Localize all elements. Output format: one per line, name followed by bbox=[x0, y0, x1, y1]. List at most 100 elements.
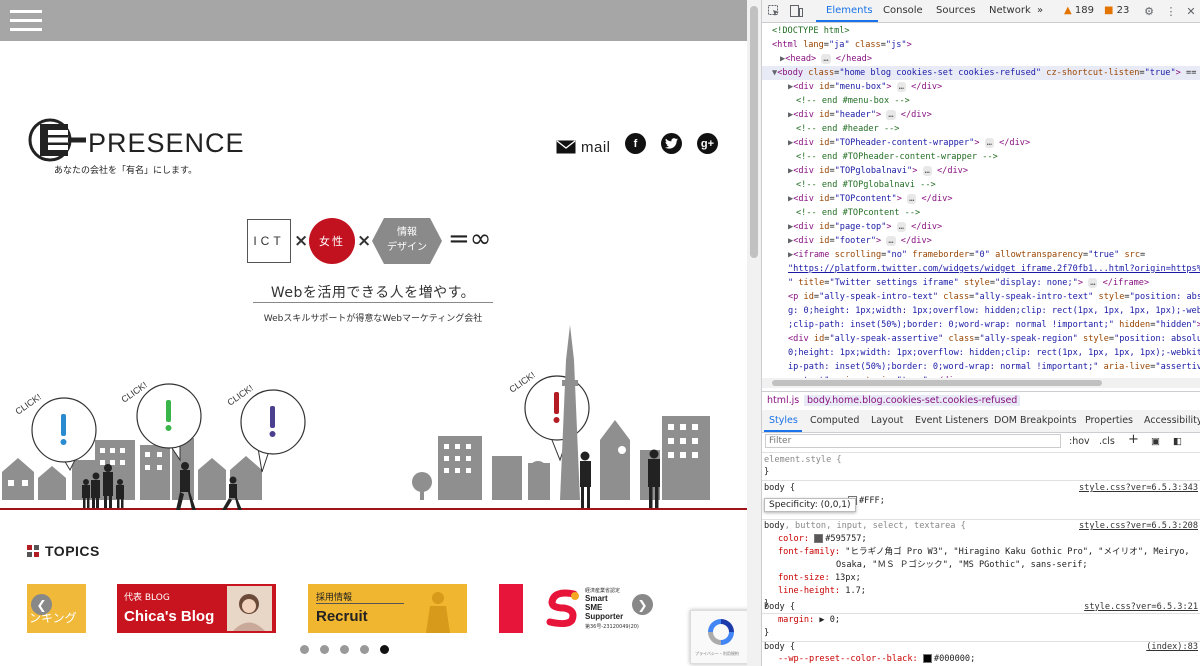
subtab-accessibility[interactable]: Accessibility bbox=[1144, 415, 1200, 426]
dom-line[interactable]: ▶<iframe scrolling="no" frameborder="0" … bbox=[788, 248, 1200, 262]
page-scrollbar[interactable] bbox=[747, 0, 761, 666]
dom-tree-h-scrollbar[interactable] bbox=[762, 378, 1200, 388]
body-rule-1-selector[interactable]: body {style.css?ver=6.5.3:343 bbox=[764, 482, 1198, 496]
carousel-dot-5[interactable] bbox=[380, 645, 389, 654]
dom-line[interactable]: ▶<div id="TOPglobalnavi"> … </div> bbox=[788, 164, 1200, 178]
dom-line[interactable]: <p id="ally-speak-intro-text" class="all… bbox=[788, 290, 1200, 304]
body-rule-2-source[interactable]: style.css?ver=6.5.3:208 bbox=[1079, 520, 1198, 534]
body-rule-2-selector[interactable]: body, button, input, select, textarea {s… bbox=[764, 520, 1198, 534]
dom-line[interactable]: <div id="ally-speak-assertive" class="al… bbox=[788, 332, 1200, 346]
times-sign: × bbox=[357, 231, 372, 251]
prop-font-family-value-1: "ヒラギノ角ゴ Pro W3", "Hiragino Kaku Gothic P… bbox=[845, 547, 1190, 557]
info-design-label: 情報 デザイン bbox=[387, 227, 427, 253]
recruit-banner[interactable]: 採用情報 Recruit bbox=[308, 584, 467, 633]
mail-link[interactable]: mail bbox=[556, 137, 611, 157]
bg-value[interactable]: #FFF; bbox=[848, 495, 1200, 509]
carousel-next-button[interactable]: ❯ bbox=[632, 594, 653, 615]
dom-line[interactable]: ▶<div id="page-top"> … </div> bbox=[788, 220, 1200, 234]
dom-tree-h-scrollbar-thumb[interactable] bbox=[772, 380, 1102, 386]
prop-margin[interactable]: margin: ▶ 0; bbox=[778, 614, 1200, 628]
subtab-event-listeners[interactable]: Event Listeners bbox=[915, 415, 988, 426]
carousel-dot-1[interactable] bbox=[300, 645, 309, 654]
prop-font-family[interactable]: font-family: "ヒラギノ角ゴ Pro W3", "Hiragino … bbox=[778, 546, 1200, 560]
dom-line[interactable]: <!-- end #TOPheader-content-wrapper --> bbox=[796, 150, 1200, 164]
hov-toggle[interactable]: :hov bbox=[1069, 436, 1090, 447]
close-devtools-icon[interactable]: ✕ bbox=[1183, 3, 1199, 19]
issues-counter[interactable]: ■ 23 bbox=[1104, 5, 1129, 16]
toggle-sidebar-icon[interactable]: ◧ bbox=[1173, 436, 1182, 447]
subtab-dom-breakpoints[interactable]: DOM Breakpoints bbox=[994, 415, 1077, 426]
color-swatch[interactable] bbox=[814, 534, 824, 543]
body-rule-1-source[interactable]: style.css?ver=6.5.3:343 bbox=[1079, 482, 1198, 496]
dom-line[interactable]: ▶<head> … </head> bbox=[780, 52, 1200, 66]
more-tabs-button[interactable]: » bbox=[1037, 5, 1043, 16]
body-rule-3-selector[interactable]: body {style.css?ver=6.5.3:21 bbox=[764, 601, 1198, 615]
dom-line[interactable]: ▶<div id="header"> … </div> bbox=[788, 108, 1200, 122]
dom-line[interactable]: "https://platform.twitter.com/widgets/wi… bbox=[788, 262, 1200, 276]
sme-line-5: 第36号-23120049(20) bbox=[585, 624, 639, 630]
breadcrumb-html[interactable]: html.js bbox=[767, 395, 799, 406]
prop-color[interactable]: color: #595757; bbox=[778, 533, 1200, 547]
color-swatch[interactable] bbox=[922, 654, 932, 663]
dom-line[interactable]: ▼<body class="home blog cookies-set cook… bbox=[762, 66, 1200, 80]
carousel-dot-4[interactable] bbox=[360, 645, 369, 654]
dom-line[interactable]: <!-- end #menu-box --> bbox=[796, 94, 1200, 108]
tab-network[interactable]: Network bbox=[989, 5, 1031, 16]
device-toolbar-icon[interactable] bbox=[788, 3, 804, 19]
dom-line[interactable]: " title="Twitter settings iframe" style=… bbox=[788, 276, 1200, 290]
prop-preset-black[interactable]: --wp--preset--color--black: #000000; bbox=[778, 653, 1200, 666]
paint-brush-icon[interactable]: ▣ bbox=[1151, 436, 1160, 447]
carousel-dot-2[interactable] bbox=[320, 645, 329, 654]
dom-line[interactable]: ▶<div id="footer"> … </div> bbox=[788, 234, 1200, 248]
banner-edge[interactable] bbox=[499, 584, 523, 633]
dom-line[interactable]: ▶<div id="menu-box"> … </div> bbox=[788, 80, 1200, 94]
dom-line[interactable]: <!-- end #TOPcontent --> bbox=[796, 206, 1200, 220]
cls-toggle[interactable]: .cls bbox=[1099, 436, 1115, 447]
dom-line[interactable]: <!-- end #header --> bbox=[796, 122, 1200, 136]
new-style-rule-icon[interactable]: + bbox=[1128, 432, 1139, 447]
subtab-computed[interactable]: Computed bbox=[810, 415, 859, 426]
dom-line[interactable]: <!-- end #TOPglobalnavi --> bbox=[796, 178, 1200, 192]
blog-portrait bbox=[227, 586, 272, 631]
dom-line[interactable]: 0;height: 1px;width: 1px;overflow: hidde… bbox=[788, 346, 1200, 360]
elements-dom-tree[interactable]: <!DOCTYPE html> <html lang="ja" class="js… bbox=[762, 23, 1200, 378]
rule-separator bbox=[762, 480, 1200, 481]
dom-line[interactable]: <!DOCTYPE html> bbox=[772, 24, 1200, 38]
google-plus-icon[interactable]: g+ bbox=[697, 133, 718, 154]
prop-line-height[interactable]: line-height: 1.7; bbox=[778, 585, 1200, 599]
subtab-styles[interactable]: Styles bbox=[769, 415, 798, 426]
carousel-dot-3[interactable] bbox=[340, 645, 349, 654]
subtab-properties[interactable]: Properties bbox=[1085, 415, 1133, 426]
breadcrumb-body[interactable]: body.home.blog.cookies-set.cookies-refus… bbox=[804, 395, 1021, 406]
subtab-layout[interactable]: Layout bbox=[871, 415, 903, 426]
body-rule-3-source[interactable]: style.css?ver=6.5.3:21 bbox=[1084, 601, 1198, 615]
facebook-icon[interactable]: f bbox=[625, 133, 646, 154]
page-scrollbar-thumb[interactable] bbox=[750, 6, 758, 258]
prop-font-size[interactable]: font-size: 13px; bbox=[778, 572, 1200, 586]
tab-console[interactable]: Console bbox=[883, 5, 923, 16]
recaptcha-badge[interactable]: プライバシー・利用規約 bbox=[690, 610, 747, 664]
prop-color-name: color: bbox=[778, 534, 810, 544]
inspect-element-icon[interactable] bbox=[766, 3, 782, 19]
topics-carousel: ンキング ❮ 代表 BLOG Chica's Blog 採用情報 Recruit… bbox=[0, 584, 747, 634]
chica-blog-banner[interactable]: 代表 BLOG Chica's Blog bbox=[117, 584, 276, 633]
dom-line[interactable]: <html lang="ja" class="js"> bbox=[772, 38, 1200, 52]
settings-gear-icon[interactable]: ⚙ bbox=[1141, 3, 1157, 19]
more-options-icon[interactable]: ⋮ bbox=[1163, 3, 1179, 19]
tab-elements[interactable]: Elements bbox=[826, 5, 873, 16]
site-logo[interactable]: PRESENCE あなたの会社を「有名」にします。 bbox=[28, 118, 244, 178]
dom-line[interactable]: ▶<div id="TOPheader-content-wrapper"> … … bbox=[788, 136, 1200, 150]
warnings-counter[interactable]: ▲ 189 bbox=[1064, 5, 1094, 16]
hamburger-menu-icon[interactable] bbox=[10, 10, 42, 32]
carousel-prev-button[interactable]: ❮ bbox=[31, 594, 52, 615]
styles-pane: element.style { } body {style.css?ver=6.… bbox=[762, 453, 1200, 666]
styles-filter-input[interactable] bbox=[765, 434, 1061, 448]
twitter-icon[interactable] bbox=[661, 133, 682, 154]
prop-font-family-name: font-family: bbox=[778, 547, 841, 557]
dom-line[interactable]: g: 0;height: 1px;width: 1px;overflow: hi… bbox=[788, 304, 1200, 318]
dom-line[interactable]: ;clip-path: inset(50%);border: 0;word-wr… bbox=[788, 318, 1200, 332]
dom-line[interactable]: ip-path: inset(50%);border: 0;word-wrap:… bbox=[788, 360, 1200, 374]
issues-count: 23 bbox=[1116, 5, 1130, 16]
dom-line[interactable]: ▶<div id="TOPcontent"> … </div> bbox=[788, 192, 1200, 206]
tab-sources[interactable]: Sources bbox=[936, 5, 976, 16]
